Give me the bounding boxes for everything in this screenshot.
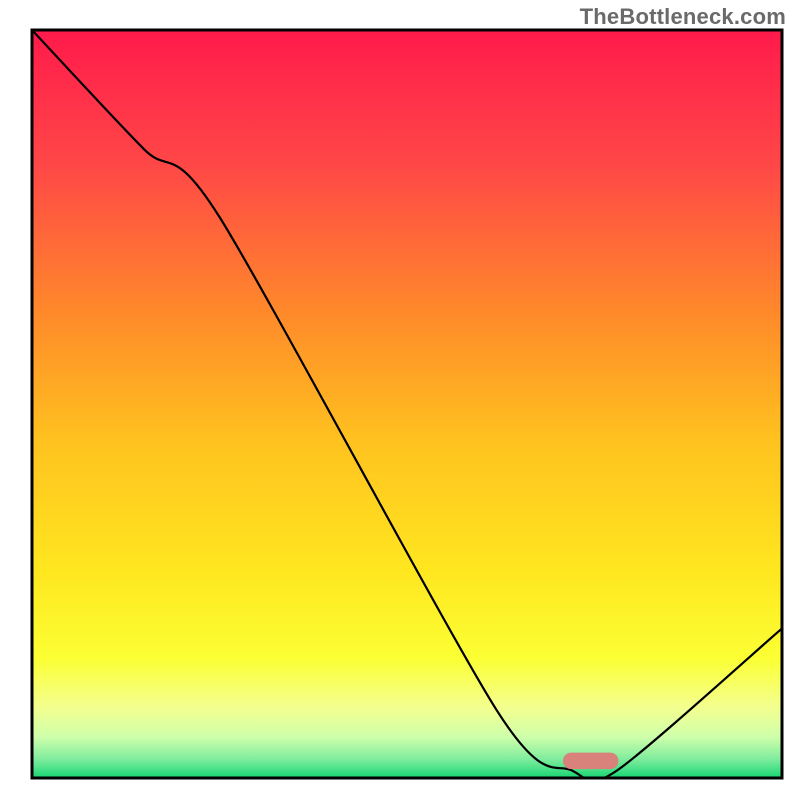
bottleneck-chart	[0, 0, 800, 800]
watermark-label: TheBottleneck.com	[580, 4, 786, 30]
plot-area	[32, 30, 782, 781]
gradient-background	[32, 30, 782, 778]
optimal-zone-marker	[563, 753, 619, 770]
